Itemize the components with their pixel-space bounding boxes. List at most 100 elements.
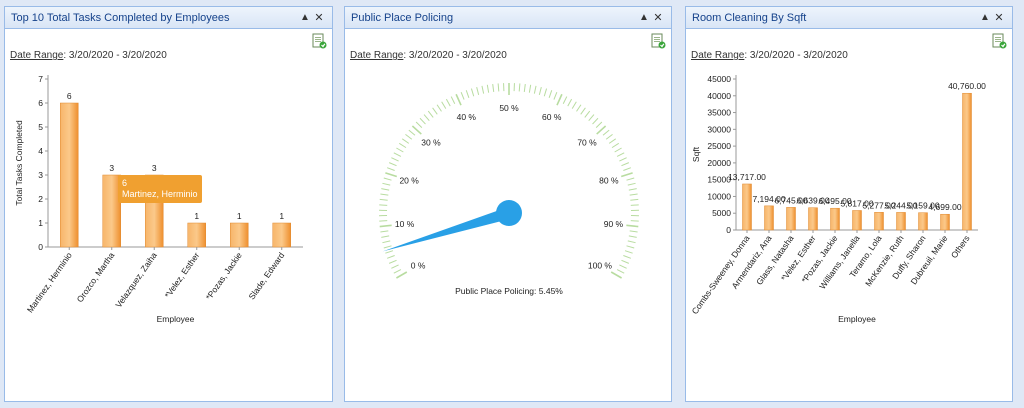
gauge-minor-tick: [481, 85, 485, 94]
gauge-minor-tick: [619, 264, 627, 269]
gauge-major-tick: [620, 172, 633, 178]
cleaning-panel: Room Cleaning By Sqft ▲ ✕ Date Range: 3/…: [685, 6, 1013, 402]
gauge-minor-tick: [441, 101, 447, 109]
gauge-minor-tick: [396, 147, 404, 153]
bar: [874, 212, 884, 231]
gauge-minor-tick: [388, 259, 397, 264]
x-axis-title: Employee: [838, 314, 876, 324]
gauge-minor-tick: [588, 114, 595, 121]
y-tick-label: 5: [38, 122, 43, 132]
bar: [187, 222, 206, 248]
bar-value-label: 1: [279, 211, 284, 221]
x-tick-label: *Pozas, Jackie: [204, 250, 244, 302]
panel-header: Top 10 Total Tasks Completed by Employee…: [5, 7, 332, 29]
gauge-minor-tick: [543, 88, 548, 97]
panel-title: Room Cleaning By Sqft: [692, 11, 807, 24]
gauge-minor-tick: [629, 230, 638, 233]
gauge-major-tick: [379, 224, 392, 228]
bar: [230, 222, 249, 248]
gauge-minor-tick: [630, 204, 639, 206]
x-axis-title: Employee: [157, 314, 195, 324]
gauge-minor-tick: [624, 250, 633, 254]
gauge-major-tick: [396, 271, 408, 279]
y-tick-label: 25000: [707, 141, 731, 151]
x-tick-label: Velazquez, Zaiha: [113, 250, 159, 309]
cleaning-bar-chart: 0500010000150002000025000300003500040000…: [690, 74, 987, 324]
gauge-minor-tick: [571, 101, 577, 109]
panel-body: Date Range: 3/20/2020 - 3/20/2020 0 5000 1…: [686, 30, 1012, 401]
x-tick-label: Martinez, Herminio: [25, 250, 74, 314]
minimize-icon[interactable]: ▲: [298, 12, 312, 23]
gauge-minor-tick: [518, 83, 521, 92]
gauge-minor-tick: [619, 157, 627, 162]
bar: [918, 212, 928, 231]
minimize-icon[interactable]: ▲: [978, 12, 992, 23]
gauge-minor-tick: [391, 264, 399, 269]
gauge-minor-tick: [465, 90, 470, 98]
gauge-major-tick: [556, 93, 563, 106]
bar: [60, 102, 79, 248]
bar: [940, 213, 950, 231]
gauge-minor-tick: [538, 86, 542, 95]
gauge-minor-tick: [398, 142, 407, 149]
gauge-minor-tick: [623, 167, 632, 171]
gauge-minor-tick: [626, 245, 635, 249]
gauge-minor-tick: [386, 255, 395, 259]
gauge-minor-tick: [580, 107, 586, 115]
bar-value-label: 6: [67, 91, 72, 101]
y-tick-label: 35000: [707, 108, 731, 118]
gauge-tick-label: 0 %: [411, 261, 426, 271]
gauge-minor-tick: [548, 90, 553, 98]
gauge-major-tick: [596, 125, 607, 135]
y-tick-label: 4: [38, 146, 43, 156]
gauge-tick-label: 80 %: [599, 176, 619, 186]
gauge-minor-tick: [386, 167, 395, 171]
gauge-major-tick: [610, 271, 622, 279]
gauge-tick-label: 30 %: [421, 138, 441, 148]
tooltip-value: 6: [122, 178, 128, 188]
bar: [962, 92, 972, 231]
close-icon[interactable]: ✕: [651, 11, 665, 24]
policing-panel: Public Place Policing ▲ ✕ Date Range: 3/…: [344, 6, 672, 402]
gauge-minor-tick: [616, 269, 625, 274]
gauge-minor-tick: [388, 162, 397, 167]
y-tick-label: 45000: [707, 74, 731, 84]
bar-value-label: 1: [237, 211, 242, 221]
gauge-minor-tick: [450, 96, 456, 104]
panel-title: Public Place Policing: [351, 11, 454, 24]
gauge-minor-tick: [393, 269, 402, 274]
close-icon[interactable]: ✕: [312, 11, 326, 24]
y-tick-label: 30000: [707, 124, 731, 134]
y-tick-label: 5000: [712, 208, 731, 218]
gauge-major-tick: [455, 93, 462, 106]
chart-tooltip: 6 Martinez, Herminio: [118, 175, 202, 203]
bar: [786, 207, 796, 231]
gauge-minor-tick: [381, 235, 390, 238]
minimize-icon[interactable]: ▲: [637, 12, 651, 23]
tasks-panel: Top 10 Total Tasks Completed by Employee…: [4, 6, 333, 402]
gauge-minor-tick: [592, 117, 599, 125]
gauge-minor-tick: [385, 250, 394, 254]
panel-body: Date Range: 3/20/2020 - 3/20/2020 0 % 10 …: [345, 30, 671, 401]
gauge-tick-label: 90 %: [604, 219, 624, 229]
gauge-major-tick: [385, 172, 398, 178]
bar: [852, 210, 862, 231]
y-tick-label: 40000: [707, 91, 731, 101]
gauge-hub: [496, 200, 522, 226]
gauge-tick-label: 70 %: [577, 138, 597, 148]
gauge-major-tick: [411, 125, 422, 135]
bar: [896, 212, 906, 231]
bar-value-label: 1: [194, 211, 199, 221]
x-tick-label: Orozco, Martha: [75, 250, 117, 304]
tasks-bar-chart: 012345676Martinez, Herminio3Orozco, Mart…: [14, 74, 303, 324]
bar-value-label: 3: [152, 163, 157, 173]
y-tick-label: 10000: [707, 191, 731, 201]
x-tick-label: *Velez, Esther: [163, 250, 202, 300]
gauge-minor-tick: [497, 83, 500, 92]
bar: [272, 222, 291, 248]
close-icon[interactable]: ✕: [992, 11, 1006, 24]
panel-body: Date Range: 3/20/2020 - 3/20/2020 012345…: [5, 30, 332, 401]
gauge-minor-tick: [486, 84, 490, 93]
gauge-minor-tick: [381, 188, 390, 191]
gauge-tick-label: 50 %: [499, 103, 519, 113]
